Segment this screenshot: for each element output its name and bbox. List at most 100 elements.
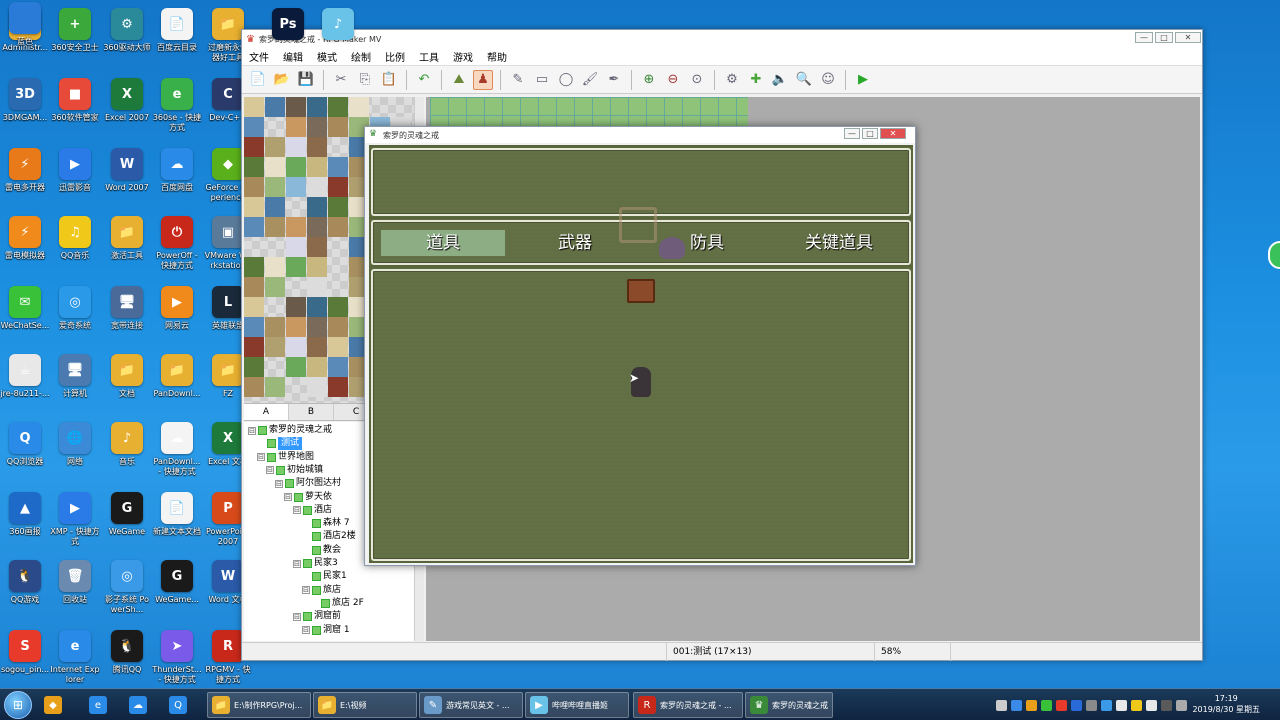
tile[interactable]: [244, 117, 264, 137]
taskbar-button[interactable]: ♛ 索罗的灵魂之戒: [745, 692, 833, 718]
tile[interactable]: [265, 277, 285, 297]
desktop-icon[interactable]: Ps: [263, 6, 313, 74]
tile[interactable]: [286, 257, 306, 277]
desktop-icon[interactable]: ☁ 百度网盘: [152, 146, 202, 214]
desktop-icon[interactable]: 🖥 宽带连接: [102, 284, 152, 352]
map-grid[interactable]: [430, 97, 748, 127]
zoom-actual-icon[interactable]: ⊙: [687, 70, 707, 90]
tile[interactable]: [349, 97, 369, 117]
desktop-icon[interactable]: ✉ WeChatSe...: [0, 284, 50, 352]
taskbar-button[interactable]: ◆: [40, 692, 70, 718]
desktop-icon[interactable]: W Word 2007: [102, 146, 152, 214]
tile[interactable]: [328, 157, 348, 177]
tile[interactable]: [286, 297, 306, 317]
tile[interactable]: [286, 217, 306, 237]
map-mode-icon[interactable]: ⛰: [449, 70, 469, 90]
desktop-icon[interactable]: ⚡ 雷电模拟器: [0, 214, 50, 282]
tile[interactable]: [244, 137, 264, 157]
desktop-icon[interactable]: ◎ 影子系统 PowerSh...: [102, 558, 152, 626]
desktop-icon[interactable]: 3D 3DMGAM...: [0, 76, 50, 144]
map-tree-node[interactable]: ⊟ 民家3: [293, 557, 338, 570]
game-minimize-button[interactable]: —: [844, 128, 860, 139]
map-tree-node[interactable]: ⊟ 初始城镇: [266, 464, 323, 477]
tile[interactable]: [265, 317, 285, 337]
tray-icon[interactable]: [1101, 699, 1112, 711]
tile[interactable]: [307, 197, 327, 217]
map-tree-node[interactable]: ⊟ 萝天依: [284, 491, 332, 504]
undo-icon[interactable]: ↶: [414, 70, 434, 90]
desktop-icon[interactable]: ▶ 迅雷影音: [50, 146, 100, 214]
tile[interactable]: [265, 177, 285, 197]
map-tree-node[interactable]: 测试: [257, 437, 303, 451]
tile[interactable]: [328, 297, 348, 317]
clock[interactable]: 17:19 2019/8/30 星期五: [1192, 693, 1260, 715]
tray-icon[interactable]: [1071, 699, 1082, 711]
tile[interactable]: [328, 97, 348, 117]
map-tree-node[interactable]: ⊟ 阿尔图达村: [275, 477, 341, 490]
tray-icon[interactable]: [996, 699, 1007, 711]
pencil-icon[interactable]: ✎: [508, 70, 528, 90]
tile[interactable]: [328, 197, 348, 217]
tree-toggle[interactable]: ⊟: [284, 493, 292, 501]
tile[interactable]: [286, 117, 306, 137]
tile[interactable]: [307, 137, 327, 157]
desktop-icon[interactable]: 📁 PanDownl...: [152, 352, 202, 420]
tile[interactable]: [307, 97, 327, 117]
tree-toggle[interactable]: ⊟: [248, 426, 256, 435]
playtest-icon[interactable]: ▶: [853, 70, 873, 90]
tile[interactable]: [244, 357, 264, 377]
tile[interactable]: [307, 157, 327, 177]
desktop-icon[interactable]: e 360se - 快捷方式: [152, 76, 202, 144]
game-close-button[interactable]: ✕: [880, 128, 906, 139]
desktop-icon[interactable]: ▶ 网易云: [152, 284, 202, 352]
desktop-icon[interactable]: G WeGame...: [152, 558, 202, 626]
tile[interactable]: [265, 197, 285, 217]
desktop-icon[interactable]: G WeGame: [102, 490, 152, 558]
map-tree-node[interactable]: ⊟ 洞窟 1: [302, 624, 350, 637]
tile[interactable]: [244, 157, 264, 177]
taskbar-button[interactable]: ▶ 哔哩哔哩直播姬: [525, 692, 629, 718]
tray-icon[interactable]: [1146, 699, 1157, 711]
tile[interactable]: [307, 277, 327, 297]
tile[interactable]: [286, 317, 306, 337]
desktop-icon[interactable]: 蓝色: [0, 0, 50, 68]
desktop-icon[interactable]: ☕ jre-8u211-...: [0, 352, 50, 420]
tileset-tab[interactable]: A: [244, 404, 289, 420]
desktop-icon[interactable]: 🖥 计算机: [50, 352, 100, 420]
item-category-tab[interactable]: 道具: [381, 230, 505, 256]
map-tree-node[interactable]: 民家1: [302, 570, 347, 583]
menu-item[interactable]: 比例: [378, 49, 412, 64]
game-titlebar[interactable]: 索罗的灵魂之戒: [365, 127, 915, 143]
desktop-icon[interactable]: Ssogou_pin...: [0, 628, 50, 696]
tree-toggle[interactable]: ⊟: [293, 506, 301, 515]
desktop-icon[interactable]: ☁ PanDownl... - 快捷方式: [152, 420, 202, 488]
tile[interactable]: [286, 357, 306, 377]
menu-item[interactable]: 帮助: [480, 49, 514, 64]
start-button[interactable]: ⊞: [4, 691, 32, 719]
map-tree-node[interactable]: ⊟ 旅店: [302, 584, 341, 597]
desktop-icon[interactable]: 🗑 回收站: [50, 558, 100, 626]
tile[interactable]: [307, 357, 327, 377]
tile[interactable]: [307, 117, 327, 137]
tray-icon[interactable]: [1116, 699, 1127, 711]
tile[interactable]: [286, 177, 306, 197]
desktop-icon[interactable]: ▲ 360画报: [0, 490, 50, 558]
event-searcher-icon[interactable]: 🔍: [794, 70, 814, 90]
close-button[interactable]: ✕: [1175, 32, 1201, 43]
tray-icon[interactable]: [1086, 699, 1097, 711]
tile[interactable]: [265, 257, 285, 277]
desktop-icon[interactable]: 🌐 网络: [50, 420, 100, 488]
tree-toggle[interactable]: ⊟: [293, 559, 301, 568]
desktop-icon[interactable]: ⚙ 360驱动大师: [102, 6, 152, 74]
tile[interactable]: [265, 137, 285, 157]
tile[interactable]: [286, 157, 306, 177]
tile[interactable]: [244, 277, 264, 297]
item-category-tab[interactable]: 关键道具: [777, 230, 901, 256]
desktop-icon[interactable]: 📄 百度云目录: [152, 6, 202, 74]
main-titlebar[interactable]: ♛ 索罗的灵魂之戒 - RPG Maker MV: [242, 30, 1202, 48]
desktop-icon[interactable]: 🐧 腾讯QQ: [102, 628, 152, 696]
map-tree-node[interactable]: 森林 7: [302, 517, 350, 530]
desktop-icon[interactable]: ♫ QQ音乐: [50, 214, 100, 282]
menu-item[interactable]: 游戏: [446, 49, 480, 64]
taskbar-button[interactable]: e: [85, 692, 115, 718]
